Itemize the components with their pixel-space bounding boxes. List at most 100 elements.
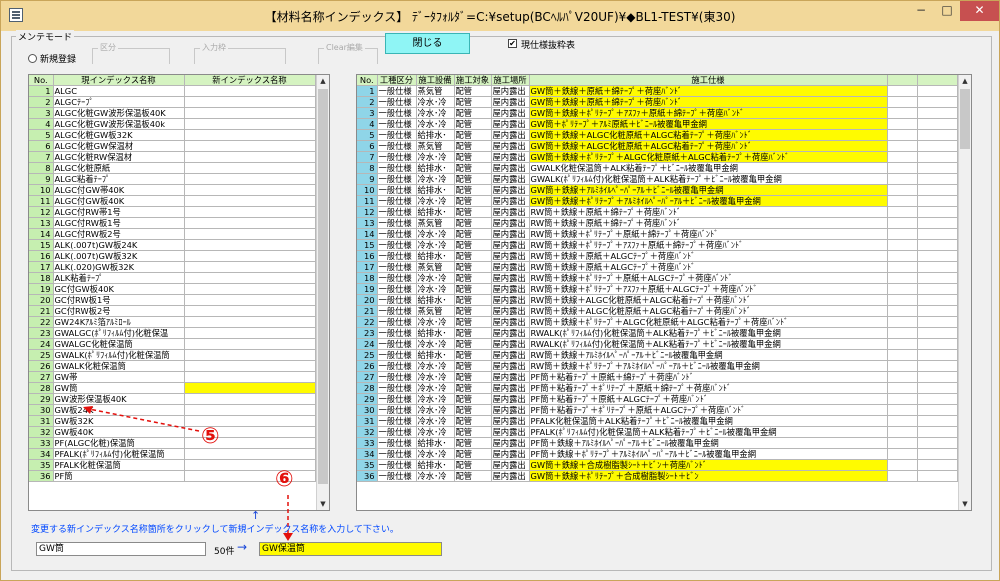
right-grid-scrollbar[interactable]: ▲ ▼ — [958, 75, 971, 510]
extra-cell[interactable] — [887, 393, 918, 406]
equipment-cell[interactable]: 冷水･冷 — [416, 338, 455, 351]
table-row[interactable]: 29 一般仕様 冷水･冷 配管 屋内露出 PF筒＋粘着ﾃｰﾌﾟ＋原紙＋ALGCﾃｰﾌﾟ＋荷… — [357, 393, 958, 406]
spec-cell[interactable]: RW筒＋鉄線＋ALGC化粧原紙＋ALGC粘着ﾃｰﾌﾟ＋荷座ﾊﾞﾝﾄﾞ — [529, 294, 888, 307]
current-index-name-cell[interactable]: PF筒 — [53, 470, 185, 483]
spec-cell[interactable]: GW筒＋鉄線＋ﾎﾟﾘﾃｰﾌﾟ＋ｱｽﾌｧ＋原紙＋綿ﾃｰﾌﾟ＋荷座ﾊﾞﾝﾄﾞ — [529, 107, 888, 120]
table-row[interactable]: 16 一般仕様 給排水･ 配管 屋内露出 RW筒＋鉄線＋原紙＋ALGCﾃｰﾌﾟ＋荷座ﾊﾞﾝ… — [357, 250, 958, 263]
new-index-name-cell[interactable] — [184, 140, 316, 153]
equipment-cell[interactable]: 蒸気管 — [416, 85, 455, 98]
equipment-cell[interactable]: 冷水･冷 — [416, 448, 455, 461]
table-row[interactable]: 6 一般仕様 蒸気管 配管 屋内露出 GW筒＋鉄線＋ALGC化粧原紙＋ALGC粘着ﾃｰﾌﾟ… — [357, 140, 958, 153]
spec-cell[interactable]: PF筒＋鉄線＋ﾎﾟﾘﾃｰﾌﾟ＋ｱﾙﾐﾎｲﾙﾍﾟｰﾊﾟｰｱﾙ＋ﾋﾞﾆｰﾙ被覆亀甲金… — [529, 448, 888, 461]
minimize-button[interactable]: − — [908, 1, 934, 21]
new-index-name-cell[interactable] — [184, 206, 316, 219]
table-row[interactable]: 17 一般仕様 蒸気管 配管 屋内露出 RW筒＋鉄線＋原紙＋ALGCﾃｰﾌﾟ＋荷座ﾊﾞﾝﾄ… — [357, 261, 958, 274]
extra-cell[interactable] — [917, 184, 958, 197]
work-type-cell[interactable]: 一般仕様 — [377, 371, 417, 384]
spec-cell[interactable]: PF筒＋粘着ﾃｰﾌﾟ＋原紙＋綿ﾃｰﾌﾟ＋荷座ﾊﾞﾝﾄﾞ — [529, 371, 888, 384]
extra-cell[interactable] — [917, 283, 958, 296]
extra-cell[interactable] — [917, 162, 958, 175]
target-cell[interactable]: 配管 — [454, 195, 492, 208]
target-cell[interactable]: 配管 — [454, 85, 492, 98]
extra-cell[interactable] — [917, 448, 958, 461]
table-row[interactable]: 8 ALGC化粧原紙 — [29, 162, 316, 175]
work-type-cell[interactable]: 一般仕様 — [377, 239, 417, 252]
work-type-cell[interactable]: 一般仕様 — [377, 151, 417, 164]
table-row[interactable]: 7 一般仕様 冷水･冷 配管 屋内露出 GW筒＋鉄線＋ﾎﾟﾘﾃｰﾌﾟ＋ALGC化粧原紙＋A… — [357, 151, 958, 164]
target-cell[interactable]: 配管 — [454, 327, 492, 340]
equipment-cell[interactable]: 冷水･冷 — [416, 393, 455, 406]
table-row[interactable]: 19 GC付GW板40K — [29, 283, 316, 296]
new-index-name-cell[interactable] — [184, 85, 316, 98]
extra-cell[interactable] — [917, 250, 958, 263]
extra-cell[interactable] — [887, 448, 918, 461]
spec-grid[interactable]: No. 工種区分 施工設備 施工対象 施工場所 施工仕様 1 一般仕様 蒸気管 配管屋… — [356, 74, 972, 511]
target-cell[interactable]: 配管 — [454, 393, 492, 406]
table-row[interactable]: 33 一般仕様 給排水･ 配管 屋内露出 PF筒＋鉄線＋ｱﾙﾐﾎｲﾙﾍﾟｰﾊﾟｰｱﾙ＋ﾋﾞ… — [357, 437, 958, 450]
equipment-cell[interactable]: 給排水･ — [416, 162, 455, 175]
extra-cell[interactable] — [917, 360, 958, 373]
table-row[interactable]: 15 ALK(.007t)GW板24K — [29, 239, 316, 252]
new-index-name-cell[interactable] — [184, 349, 316, 362]
spec-cell[interactable]: GWALK(ﾎﾟﾘﾌｨﾙﾑ付)化粧保温筒＋ALK粘着ﾃｰﾌﾟ＋ﾋﾞﾆｰﾙ被覆亀甲… — [529, 173, 888, 186]
location-cell[interactable]: 屋内露出 — [491, 151, 530, 164]
table-row[interactable]: 16 ALK(.007t)GW板32K — [29, 250, 316, 263]
work-type-cell[interactable]: 一般仕様 — [377, 140, 417, 153]
work-type-cell[interactable]: 一般仕様 — [377, 272, 417, 285]
table-row[interactable]: 5 一般仕様 給排水･ 配管 屋内露出 GW筒＋鉄線＋ALGC化粧原紙＋ALGC粘着ﾃｰﾌ… — [357, 129, 958, 142]
spec-cell[interactable]: PFALK(ﾎﾟﾘﾌｨﾙﾑ付)化粧保温筒＋ALK粘着ﾃｰﾌﾟ＋ﾋﾞﾆｰﾙ被覆亀甲… — [529, 426, 888, 439]
location-cell[interactable]: 屋内露出 — [491, 85, 530, 98]
extra-cell[interactable] — [887, 459, 918, 472]
work-type-cell[interactable]: 一般仕様 — [377, 107, 417, 120]
location-cell[interactable]: 屋内露出 — [491, 360, 530, 373]
extra-cell[interactable] — [917, 173, 958, 186]
equipment-cell[interactable]: 給排水･ — [416, 327, 455, 340]
table-row[interactable]: 9 一般仕様 冷水･冷 配管 屋内露出 GWALK(ﾎﾟﾘﾌｨﾙﾑ付)化粧保温筒＋ALK粘… — [357, 173, 958, 186]
current-index-name-cell[interactable]: GWALGC化粧保温筒 — [53, 338, 185, 351]
table-row[interactable]: 24 GWALGC化粧保温筒 — [29, 338, 316, 351]
table-row[interactable]: 21 一般仕様 蒸気管 配管 屋内露出 RW筒＋鉄線＋ALGC化粧原紙＋ALGC粘着ﾃｰﾌ… — [357, 305, 958, 318]
table-row[interactable]: 11 一般仕様 冷水･冷 配管 屋内露出 GW筒＋鉄線＋ﾎﾟﾘﾃｰﾌﾟ＋ｱﾙﾐﾎｲﾙﾍﾟｰ… — [357, 195, 958, 208]
target-cell[interactable]: 配管 — [454, 360, 492, 373]
extra-cell[interactable] — [887, 294, 918, 307]
work-type-cell[interactable]: 一般仕様 — [377, 217, 417, 230]
spec-cell[interactable]: GW筒＋鉄線＋ALGC化粧原紙＋ALGC粘着ﾃｰﾌﾟ＋荷座ﾊﾞﾝﾄﾞ — [529, 140, 888, 153]
spec-cell[interactable]: RW筒＋鉄線＋ﾎﾟﾘﾃｰﾌﾟ＋ｱｽﾌｧ＋原紙＋ALGCﾃｰﾌﾟ＋荷座ﾊﾞﾝﾄﾞ — [529, 283, 888, 296]
extra-cell[interactable] — [917, 349, 958, 362]
target-cell[interactable]: 配管 — [454, 173, 492, 186]
equipment-cell[interactable]: 冷水･冷 — [416, 360, 455, 373]
current-index-name-cell[interactable]: GWALK化粧保温筒 — [53, 360, 185, 373]
spec-cell[interactable]: RW筒＋鉄線＋ﾎﾟﾘﾃｰﾌﾟ＋原紙＋綿ﾃｰﾌﾟ＋荷座ﾊﾞﾝﾄﾞ — [529, 228, 888, 241]
extra-cell[interactable] — [887, 206, 918, 219]
table-row[interactable]: 14 ALGC付RW板2号 — [29, 228, 316, 241]
location-cell[interactable]: 屋内露出 — [491, 459, 530, 472]
new-index-name-cell[interactable] — [184, 129, 316, 142]
table-row[interactable]: 24 一般仕様 冷水･冷 配管 屋内露出 RWALK(ﾎﾟﾘﾌｨﾙﾑ付)化粧保温筒＋ALK… — [357, 338, 958, 351]
work-type-cell[interactable]: 一般仕様 — [377, 470, 417, 483]
target-cell[interactable]: 配管 — [454, 283, 492, 296]
work-type-cell[interactable]: 一般仕様 — [377, 404, 417, 417]
new-index-name-cell[interactable] — [184, 371, 316, 384]
location-cell[interactable]: 屋内露出 — [491, 206, 530, 219]
equipment-cell[interactable]: 冷水･冷 — [416, 195, 455, 208]
new-index-name-cell[interactable] — [184, 459, 316, 472]
work-type-cell[interactable]: 一般仕様 — [377, 184, 417, 197]
table-row[interactable]: 4 一般仕様 冷水･冷 配管 屋内露出 GW筒＋ﾎﾟﾘﾃｰﾌﾟ＋ｱﾙﾐ原紙＋ﾋﾞﾆｰﾙ被覆… — [357, 118, 958, 131]
spec-cell[interactable]: PF筒＋粘着ﾃｰﾌﾟ＋原紙＋ALGCﾃｰﾌﾟ＋荷座ﾊﾞﾝﾄﾞ — [529, 393, 888, 406]
new-index-name-cell[interactable] — [184, 294, 316, 307]
extra-cell[interactable] — [887, 415, 918, 428]
location-cell[interactable]: 屋内露出 — [491, 184, 530, 197]
extra-cell[interactable] — [917, 195, 958, 208]
equipment-cell[interactable]: 蒸気管 — [416, 305, 455, 318]
table-row[interactable]: 8 一般仕様 給排水･ 配管 屋内露出 GWALK化粧保温筒＋ALK粘着ﾃｰﾌﾟ＋ﾋﾞﾆｰ… — [357, 162, 958, 175]
extra-cell[interactable] — [887, 360, 918, 373]
equipment-cell[interactable]: 冷水･冷 — [416, 382, 455, 395]
current-index-name-cell[interactable]: ALK粘着ﾃｰﾌﾟ — [53, 272, 185, 285]
spec-cell[interactable]: GW筒＋鉄線＋ALGC化粧原紙＋ALGC粘着ﾃｰﾌﾟ＋荷座ﾊﾞﾝﾄﾞ — [529, 129, 888, 142]
table-row[interactable]: 34 一般仕様 冷水･冷 配管 屋内露出 PF筒＋鉄線＋ﾎﾟﾘﾃｰﾌﾟ＋ｱﾙﾐﾎｲﾙﾍﾟｰ… — [357, 448, 958, 461]
new-index-name-cell[interactable] — [184, 470, 316, 483]
current-index-name-cell[interactable]: ALGC化粧GW板32K — [53, 129, 185, 142]
spec-cell[interactable]: PFALK化粧保温筒＋ALK粘着ﾃｰﾌﾟ＋ﾋﾞﾆｰﾙ被覆亀甲金網 — [529, 415, 888, 428]
target-cell[interactable]: 配管 — [454, 272, 492, 285]
spec-cell[interactable]: GW筒＋鉄線＋原紙＋綿ﾃｰﾌﾟ＋荷座ﾊﾞﾝﾄﾞ — [529, 96, 888, 109]
